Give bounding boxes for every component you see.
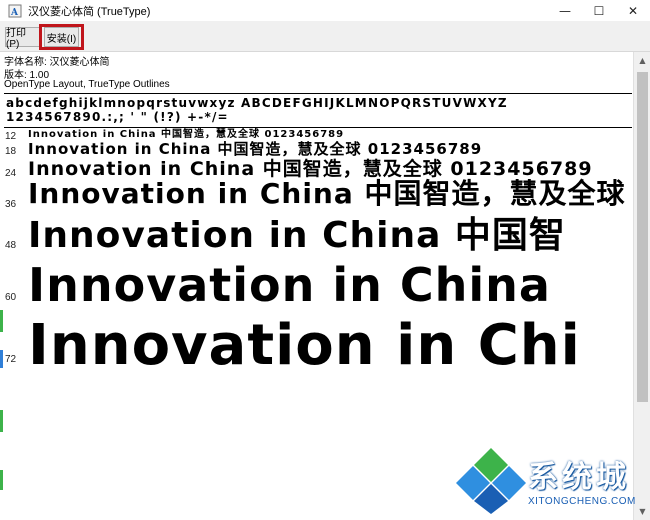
window-controls: — ☐ ✕ bbox=[548, 0, 650, 22]
size-label-36: 36 bbox=[5, 199, 17, 210]
sample-text-72: Innovation in Chi bbox=[28, 313, 581, 378]
minimize-button[interactable]: — bbox=[548, 0, 582, 22]
scroll-up-icon[interactable]: ▲ bbox=[634, 52, 650, 69]
close-button[interactable]: ✕ bbox=[616, 0, 650, 22]
sample-text-36: Innovation in China 中国智造，慧及全球 bbox=[28, 177, 626, 210]
print-button[interactable]: 打印(P) bbox=[5, 27, 40, 50]
size-label-18: 18 bbox=[5, 146, 17, 157]
watermark-logo-icon bbox=[456, 448, 526, 514]
window-title: 汉仪菱心体简 (TrueType) bbox=[28, 5, 151, 18]
charset-symbols: 1234567890.:,; ' " (!?) +-*/= bbox=[6, 110, 229, 124]
watermark-text: 系统城 bbox=[528, 460, 630, 495]
watermark-url: XITONGCHENG.COM bbox=[528, 496, 636, 507]
font-file-icon: A bbox=[8, 4, 22, 18]
size-label-12: 12 bbox=[5, 131, 17, 142]
sample-text-48: Innovation in China 中国智 bbox=[28, 215, 566, 256]
install-button[interactable]: 安装(I) bbox=[44, 27, 79, 47]
size-label-60: 60 bbox=[5, 292, 17, 303]
scrollbar-thumb[interactable] bbox=[637, 72, 648, 402]
size-label-72: 72 bbox=[5, 354, 17, 365]
separator-bottom bbox=[4, 127, 632, 128]
sample-text-18: Innovation in China 中国智造，慧及全球 0123456789 bbox=[28, 140, 483, 158]
svg-text:A: A bbox=[10, 8, 19, 18]
sample-text-12: Innovation in China 中国智造，慧及全球 0123456789 bbox=[28, 129, 345, 140]
separator-top bbox=[4, 93, 632, 94]
maximize-button[interactable]: ☐ bbox=[582, 0, 616, 22]
charset-letters: abcdefghijklmnopqrstuvwxyz ABCDEFGHIJKLM… bbox=[6, 96, 508, 110]
size-label-48: 48 bbox=[5, 240, 17, 251]
font-type-line: OpenType Layout, TrueType Outlines bbox=[4, 79, 170, 90]
sample-text-60: Innovation in China bbox=[28, 258, 551, 312]
desktop-edge bbox=[0, 290, 3, 520]
toolbar: 打印(P) 安装(I) bbox=[0, 22, 650, 52]
watermark: 系统城 XITONGCHENG.COM bbox=[456, 446, 646, 516]
title-bar: A 汉仪菱心体简 (TrueType) — ☐ ✕ bbox=[0, 0, 650, 22]
size-label-24: 24 bbox=[5, 168, 17, 179]
